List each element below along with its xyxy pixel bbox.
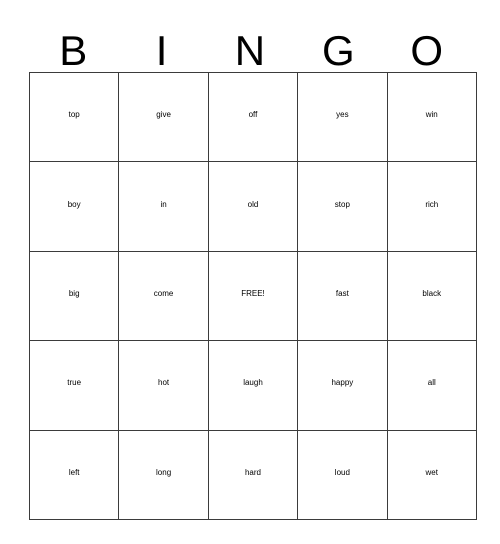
bingo-cell-label: off	[248, 110, 258, 120]
bingo-cell-free[interactable]: FREE!	[208, 251, 299, 342]
bingo-cell-label: all	[427, 378, 436, 388]
bingo-row: left long hard loud wet	[29, 430, 477, 520]
bingo-cell[interactable]: wet	[387, 430, 477, 520]
bingo-row: boy in old stop rich	[29, 161, 477, 252]
bingo-cell[interactable]: big	[29, 251, 120, 342]
bingo-cell-label: big	[68, 288, 80, 298]
bingo-cell-label: boy	[67, 199, 81, 209]
bingo-header-letter-n: N	[234, 27, 266, 74]
bingo-cell[interactable]: rich	[387, 161, 477, 252]
bingo-cell[interactable]: stop	[297, 161, 388, 252]
bingo-cell-label: loud	[334, 467, 350, 477]
bingo-row: big come FREE! fast black	[29, 251, 477, 342]
bingo-cell[interactable]: left	[29, 430, 120, 520]
bingo-free-space-label: FREE!	[241, 288, 265, 298]
bingo-cell-label: happy	[331, 378, 354, 388]
bingo-cell-label: top	[68, 110, 80, 120]
bingo-cell[interactable]: yes	[297, 72, 388, 163]
bingo-header-row: B I N G O	[29, 20, 471, 72]
bingo-cell[interactable]: off	[208, 72, 299, 163]
bingo-cell[interactable]: in	[118, 161, 209, 252]
bingo-cell[interactable]: hot	[118, 340, 209, 431]
bingo-cell-label: rich	[425, 199, 439, 209]
bingo-cell[interactable]: hard	[208, 430, 299, 520]
bingo-header-letter-g: G	[322, 27, 355, 74]
bingo-cell-label: in	[160, 199, 167, 209]
bingo-cell-label: long	[156, 467, 172, 477]
bingo-cell[interactable]: boy	[29, 161, 120, 252]
bingo-cell-label: black	[422, 288, 442, 298]
bingo-cell-label: hard	[244, 467, 261, 477]
bingo-cell[interactable]: laugh	[208, 340, 299, 431]
bingo-cell[interactable]: happy	[297, 340, 388, 431]
bingo-cell-label: yes	[336, 110, 349, 120]
bingo-row: true hot laugh happy all	[29, 340, 477, 431]
bingo-cell[interactable]: all	[387, 340, 477, 431]
bingo-card: B I N G O top give off yes win boy in ol…	[29, 20, 477, 520]
bingo-cell-label: hot	[158, 378, 170, 388]
bingo-header-letter-b: B	[59, 27, 88, 74]
bingo-cell-label: old	[247, 199, 259, 209]
bingo-header-letter-i: I	[155, 27, 168, 74]
bingo-grid: top give off yes win boy in old stop ric…	[29, 72, 477, 520]
bingo-cell-label: wet	[425, 467, 438, 477]
bingo-cell[interactable]: come	[118, 251, 209, 342]
bingo-header-letter-o: O	[410, 27, 444, 74]
bingo-cell[interactable]: fast	[297, 251, 388, 342]
bingo-cell[interactable]: top	[29, 72, 120, 163]
bingo-cell-label: come	[153, 288, 174, 298]
bingo-cell-label: left	[68, 467, 80, 477]
bingo-cell[interactable]: old	[208, 161, 299, 252]
bingo-cell-label: laugh	[243, 378, 263, 388]
bingo-cell[interactable]: long	[118, 430, 209, 520]
bingo-cell-label: stop	[334, 199, 350, 209]
bingo-row: top give off yes win	[29, 72, 477, 163]
bingo-cell-label: true	[67, 378, 82, 388]
bingo-cell[interactable]: win	[387, 72, 477, 163]
bingo-cell[interactable]: true	[29, 340, 120, 431]
bingo-cell[interactable]: give	[118, 72, 209, 163]
bingo-cell-label: fast	[335, 288, 349, 298]
bingo-cell-label: win	[425, 110, 438, 120]
bingo-cell-label: give	[156, 110, 171, 120]
bingo-cell[interactable]: black	[387, 251, 477, 342]
bingo-cell[interactable]: loud	[297, 430, 388, 520]
